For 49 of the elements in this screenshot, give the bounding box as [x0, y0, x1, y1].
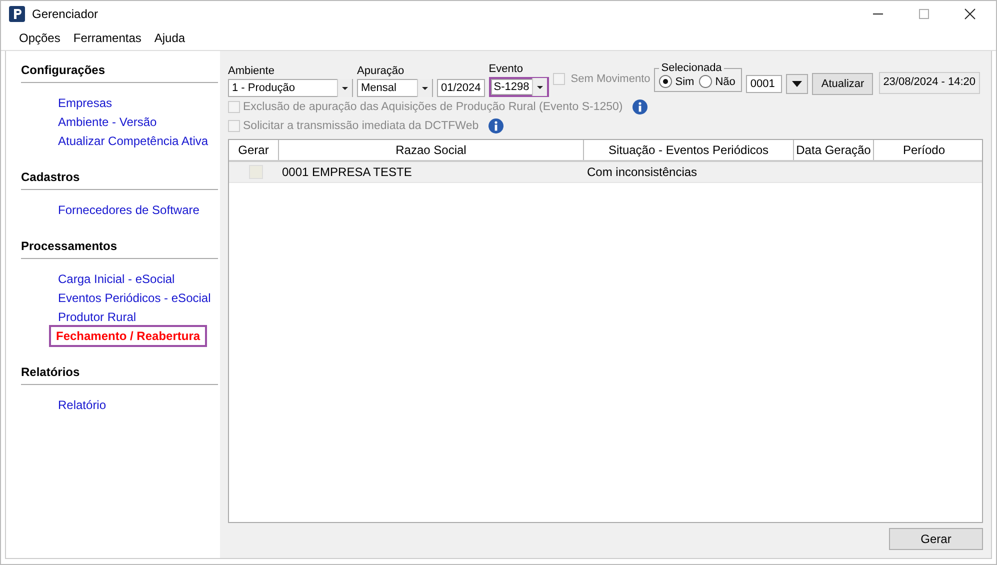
- checkbox-label: Exclusão de apuração das Aquisições de Produção Rural (Evento S-1250): [243, 100, 623, 112]
- gerar-button[interactable]: Gerar: [889, 528, 983, 550]
- section-header: Relatórios: [21, 365, 218, 385]
- apuracao-dropdown[interactable]: Mensal: [357, 79, 433, 97]
- checkbox-label: Solicitar a transmissão imediata da DCTFWeb: [243, 120, 479, 132]
- column-header[interactable]: Data Geração: [794, 140, 874, 160]
- window-title: Gerenciador: [32, 6, 98, 20]
- menu-item[interactable]: Opções: [19, 31, 60, 45]
- column-header[interactable]: Situação - Eventos Periódicos: [584, 140, 794, 160]
- menu-item[interactable]: Ajuda: [154, 31, 186, 45]
- column-header[interactable]: Gerar: [229, 140, 279, 160]
- sidebar-link[interactable]: Carga Inicial - eSocial: [58, 271, 175, 287]
- radio-button[interactable]: [699, 75, 712, 88]
- radio-label: Não: [715, 76, 736, 88]
- section-header: Processamentos: [21, 239, 218, 259]
- sidebar-link[interactable]: Empresas: [58, 95, 112, 111]
- field-label: Ambiente: [228, 65, 276, 79]
- info-icon[interactable]: [488, 118, 504, 134]
- column-header[interactable]: Período: [874, 140, 974, 160]
- menu-item[interactable]: Ferramentas: [73, 31, 142, 45]
- sidebar-link[interactable]: Fornecedores de Software: [58, 202, 200, 218]
- sidebar-link[interactable]: Eventos Periódicos - eSocial: [58, 290, 211, 306]
- empresa-field[interactable]: 0001: [746, 75, 782, 93]
- section-header: Configurações: [21, 63, 218, 83]
- caret-icon: [792, 81, 802, 87]
- field-label: Apuração: [357, 65, 406, 79]
- radio-label: Sim: [675, 76, 694, 88]
- field-label: Evento: [488, 63, 524, 77]
- sidebar-link[interactable]: Produtor Rural: [58, 309, 136, 325]
- table-cell-text: 0001 EMPRESA TESTE: [281, 164, 413, 181]
- evento-dropdown[interactable]: S-1298: [488, 77, 549, 97]
- sidebar-link[interactable]: Fechamento / Reabertura: [52, 328, 204, 344]
- sidebar-link[interactable]: Atualizar Competência Ativa: [58, 133, 208, 149]
- table-cell-text: Com inconsistências: [586, 164, 698, 181]
- timestamp-field: 23/08/2024 - 14:20: [879, 72, 980, 94]
- competencia-field[interactable]: 01/2024: [437, 79, 485, 97]
- info-icon[interactable]: [632, 98, 648, 114]
- atualizar-button[interactable]: Atualizar: [812, 73, 874, 95]
- checkbox-label: Sem Movimento: [570, 73, 650, 85]
- sidebar-link[interactable]: Ambiente - Versão: [58, 114, 157, 130]
- app-logo-icon: [9, 6, 25, 22]
- radio-button[interactable]: [659, 75, 672, 88]
- section-header: Cadastros: [21, 170, 218, 190]
- column-header[interactable]: Razao Social: [279, 140, 584, 160]
- group-label: Selecionada: [660, 63, 723, 73]
- ambiente-dropdown[interactable]: 1 - Produção: [228, 79, 353, 97]
- close-icon[interactable]: [964, 8, 976, 20]
- dropdown-button[interactable]: [786, 74, 808, 94]
- sidebar-link[interactable]: Relatório: [58, 397, 106, 413]
